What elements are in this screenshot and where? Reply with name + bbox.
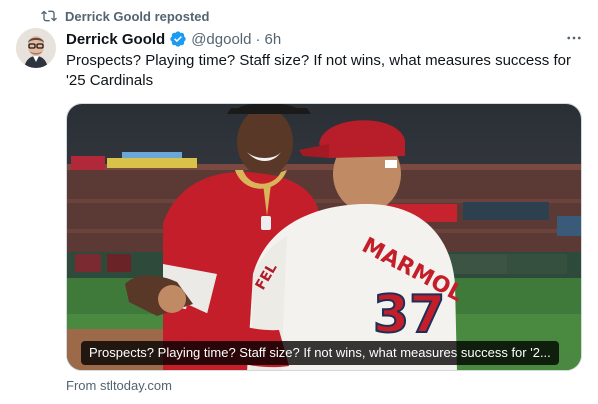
avatar[interactable]: [16, 28, 56, 68]
repost-icon: [41, 8, 57, 24]
separator-dot: ·: [255, 30, 261, 48]
tweet-text: Prospects? Playing time? Staff size? If …: [66, 52, 571, 89]
link-card-media[interactable]: MARMOL 37 FEL Prospects? Playing time? S…: [66, 103, 582, 371]
tweet-header: Derrick Goold @dgoold · 6h: [66, 29, 281, 49]
author-display-name[interactable]: Derrick Goold: [66, 31, 165, 48]
jersey-number: 37: [373, 285, 445, 345]
baseball-photo: MARMOL 37 FEL: [67, 104, 581, 370]
tweet-timestamp[interactable]: 6h: [264, 31, 281, 48]
author-handle[interactable]: @dgoold: [191, 31, 251, 48]
more-options-button[interactable]: [564, 28, 584, 48]
repost-indicator[interactable]: Derrick Goold reposted: [41, 7, 209, 25]
more-icon: [567, 36, 581, 40]
source-link[interactable]: From stltoday.com: [66, 378, 172, 393]
media-caption: Prospects? Playing time? Staff size? If …: [81, 341, 559, 365]
verified-icon: [169, 30, 187, 48]
repost-text: Derrick Goold reposted: [65, 8, 210, 24]
